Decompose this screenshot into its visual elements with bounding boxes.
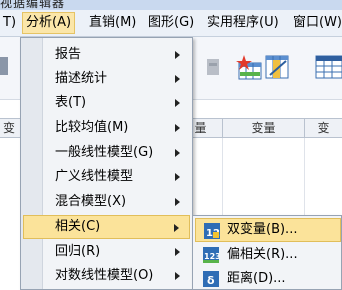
submenu-arrow-icon	[175, 124, 180, 132]
svg-text:δ: δ	[207, 274, 215, 287]
menu-item-label: 偏相关(R)...	[227, 247, 298, 262]
menu-item-label: 回归(R)	[55, 244, 101, 259]
submenu-arrow-icon	[175, 99, 180, 107]
menu-item-bivariate[interactable]: 12 双变量(B)...	[195, 218, 341, 242]
menu-item-tables[interactable]: 表(T)	[23, 91, 190, 115]
menu-analyze[interactable]: 分析(A)	[22, 12, 76, 34]
window-title-bar: 视据编辑器	[0, 0, 342, 10]
insert-variable-icon[interactable]	[264, 53, 292, 79]
menu-graphs[interactable]: 图形(G)	[145, 12, 197, 34]
toolbar-partial-icon[interactable]	[0, 53, 10, 79]
menu-item-label: 报告	[55, 47, 82, 62]
menu-item-label: 表(T)	[55, 95, 87, 110]
insert-cases-icon[interactable]	[236, 53, 264, 80]
menu-item-compare-means[interactable]: 比较均值(M)	[23, 116, 190, 140]
menu-item-label: 相关(C)	[55, 219, 101, 234]
menu-direct-marketing[interactable]: 直销(M)	[86, 12, 139, 34]
menu-item-partial[interactable]: 123 偏相关(R)...	[195, 243, 341, 267]
menu-item-regression[interactable]: 回归(R)	[23, 240, 190, 264]
menu-item-reports[interactable]: 报告	[23, 43, 190, 67]
submenu-arrow-icon	[175, 248, 180, 256]
column-header[interactable]: 变	[0, 119, 18, 137]
gray-tool-icon[interactable]	[205, 55, 233, 81]
submenu-arrow-icon	[175, 198, 180, 206]
menu-transform[interactable]: T)	[0, 12, 19, 34]
column-header[interactable]: 变量	[222, 119, 304, 137]
menu-item-mixed-models[interactable]: 混合模型(X)	[23, 190, 190, 214]
menu-item-label: 一般线性模型(G)	[55, 145, 154, 160]
menu-window[interactable]: 窗口(W)	[290, 12, 342, 34]
menu-item-general-linear-model[interactable]: 一般线性模型(G)	[23, 141, 190, 165]
window-title: 视据编辑器	[0, 0, 66, 10]
menubar: T) 分析(A) 直销(M) 图形(G) 实用程序(U) 窗口(W)	[0, 10, 342, 37]
menu-item-correlate[interactable]: 相关(C)	[23, 215, 190, 239]
menu-item-descriptive-statistics[interactable]: 描述统计	[23, 67, 190, 91]
analyze-menu: 报告 描述统计 表(T) 比较均值(M) 一般线性模型(G) 广义线性模型 混合…	[20, 37, 193, 290]
submenu-arrow-icon	[175, 272, 180, 280]
menu-item-label: 描述统计	[55, 71, 108, 86]
menu-item-label: 广义线性模型	[55, 169, 134, 184]
bivariate-icon: 12	[204, 223, 220, 239]
submenu-arrow-icon	[175, 51, 180, 59]
menu-item-label: 比较均值(M)	[55, 120, 129, 135]
menu-item-label: 距离(D)...	[227, 271, 286, 286]
submenu-arrow-icon	[174, 224, 179, 232]
menu-item-label: 双变量(B)...	[227, 222, 298, 237]
menu-item-loglinear[interactable]: 对数线性模型(O)	[23, 264, 190, 288]
submenu-arrow-icon	[175, 149, 180, 157]
column-header[interactable]: 变	[304, 119, 342, 137]
menu-item-label: 对数线性模型(O)	[55, 268, 154, 283]
partial-correlation-icon: 123	[203, 247, 221, 263]
spreadsheet-icon[interactable]	[314, 53, 342, 79]
svg-text:123: 123	[204, 252, 219, 261]
menu-utilities[interactable]: 实用程序(U)	[204, 12, 282, 34]
submenu-arrow-icon	[175, 173, 180, 181]
menu-item-distances[interactable]: δ 距离(D)...	[195, 267, 341, 289]
menu-item-label: 混合模型(X)	[55, 194, 127, 209]
correlate-submenu: 12 双变量(B)... 123 偏相关(R)... δ 距离(D)...	[192, 215, 342, 290]
distances-icon: δ	[203, 271, 219, 287]
menu-item-generalized-linear-models[interactable]: 广义线性模型	[23, 165, 190, 189]
submenu-arrow-icon	[175, 75, 180, 83]
